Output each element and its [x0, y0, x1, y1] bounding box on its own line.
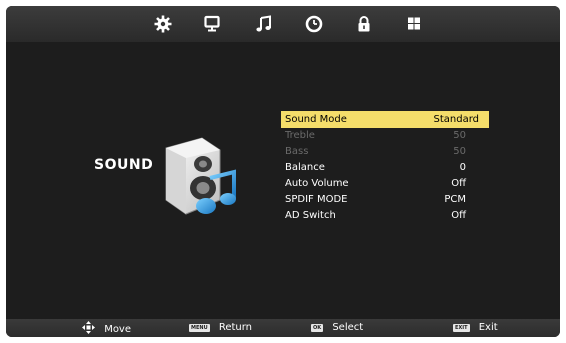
menu-item-value: PCM [444, 194, 466, 205]
section-title: SOUND [94, 157, 154, 173]
menu-item-balance[interactable]: Balance 0 [281, 160, 489, 176]
menu-item-sound-mode[interactable]: Sound Mode Standard [281, 111, 489, 128]
gear-icon [154, 15, 172, 33]
menu-content: SOUND Sound Mode Standard Treble 50 Bass… [6, 42, 560, 319]
menu-item-label: SPDIF MODE [285, 194, 348, 205]
ok-key-icon: OK [311, 324, 324, 332]
menu-item-label: Bass [285, 146, 309, 157]
tab-sound[interactable] [254, 14, 274, 34]
music-note-icon [256, 15, 271, 32]
exit-key-icon: EXIT [453, 324, 470, 332]
menu-key-icon: MENU [189, 324, 210, 332]
hint-move-label: Move [104, 324, 132, 335]
grid-icon [408, 17, 420, 30]
key-hint-bar: Move MENU Return OK Select EXIT Exit [6, 319, 560, 337]
dpad-icon [82, 321, 95, 337]
menu-item-value: 50 [453, 146, 466, 157]
lock-icon [358, 16, 370, 32]
tab-picture-settings[interactable] [153, 14, 173, 34]
tv-osd-screen: SOUND Sound Mode Standard Treble 50 Bass… [6, 6, 560, 337]
hint-select: OK Select [311, 321, 363, 335]
menu-item-ad-switch[interactable]: AD Switch Off [281, 208, 489, 224]
menu-item-spdif-mode[interactable]: SPDIF MODE PCM [281, 192, 489, 208]
menu-item-label: Treble [285, 130, 315, 141]
menu-tab-bar [6, 6, 560, 42]
menu-item-label: Auto Volume [285, 178, 349, 189]
hint-exit: EXIT Exit [453, 321, 498, 335]
sound-settings-list: Sound Mode Standard Treble 50 Bass 50 Ba… [281, 111, 489, 224]
menu-item-value: Standard [433, 114, 480, 125]
menu-item-value: Off [451, 210, 466, 221]
menu-item-value: 0 [459, 162, 466, 173]
tab-lock[interactable] [354, 14, 374, 34]
hint-exit-label: Exit [478, 322, 498, 333]
menu-item-label: Sound Mode [285, 114, 347, 125]
menu-item-value: 50 [453, 130, 466, 141]
speaker-icon [158, 134, 238, 220]
tab-screen[interactable] [202, 14, 222, 34]
tab-setup[interactable] [404, 14, 424, 34]
menu-item-auto-volume[interactable]: Auto Volume Off [281, 176, 489, 192]
menu-item-label: AD Switch [285, 210, 336, 221]
hint-move: Move [82, 321, 131, 335]
monitor-icon [204, 15, 220, 32]
tab-time[interactable] [304, 14, 324, 34]
hint-return: MENU Return [189, 321, 252, 335]
menu-item-label: Balance [285, 162, 325, 173]
menu-item-value: Off [451, 178, 466, 189]
clock-icon [305, 15, 323, 33]
menu-item-bass: Bass 50 [281, 144, 489, 160]
menu-item-treble: Treble 50 [281, 128, 489, 144]
hint-select-label: Select [332, 322, 364, 333]
hint-return-label: Return [218, 322, 253, 333]
